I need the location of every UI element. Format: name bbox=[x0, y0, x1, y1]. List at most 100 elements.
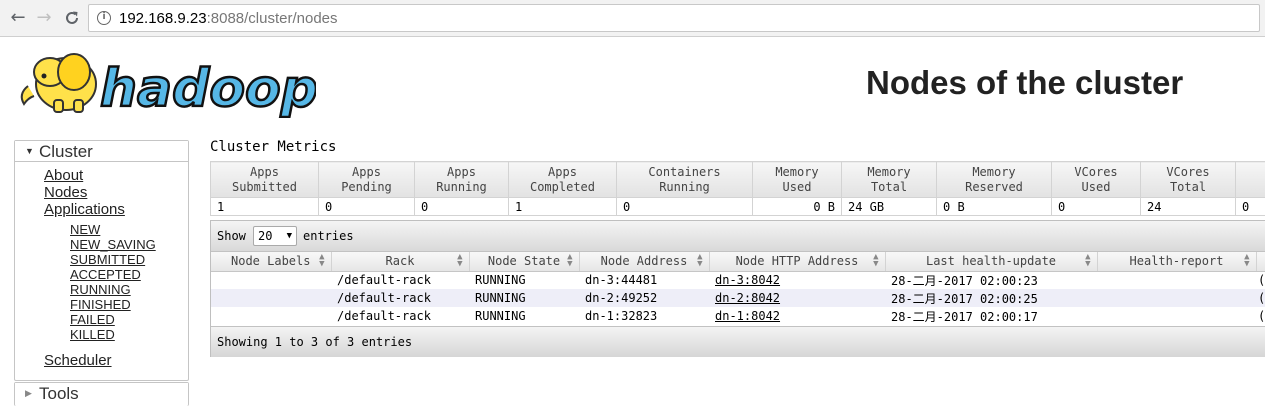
nav-cluster-label: Cluster bbox=[39, 142, 93, 161]
cell-node-http-address: dn-2:8042 bbox=[709, 289, 885, 307]
metric-vcores-total: 24 bbox=[1140, 197, 1236, 216]
dropdown-arrow-icon: ▼ bbox=[286, 231, 292, 241]
nav-link-nodes[interactable]: Nodes bbox=[44, 184, 87, 201]
metric-header: Apps Completed bbox=[508, 161, 617, 198]
cell-node-state: RUNNING bbox=[475, 273, 526, 288]
metric-apps-running: 0 bbox=[414, 197, 509, 216]
metric-header: Containers Running bbox=[616, 161, 753, 198]
triangle-down-icon: ▼ bbox=[25, 146, 34, 156]
table-row: /default-rack RUNNING dn-3:44481 dn-3:80… bbox=[211, 271, 1265, 289]
table-row: /default-rack RUNNING dn-2:49252 dn-2:80… bbox=[211, 289, 1265, 307]
sort-icon: ▲ ▼ bbox=[1085, 252, 1091, 269]
metric-apps-pending: 0 bbox=[318, 197, 415, 216]
address-bar[interactable]: i 192.168.9.23:8088/cluster/nodes bbox=[88, 4, 1260, 32]
nodes-table-container: Show 20 ▼ entries Node Labels ▲ ▼ Rack ▲ ▼ No… bbox=[210, 220, 1265, 357]
metric-apps-completed: 1 bbox=[508, 197, 617, 216]
metric-apps-submitted: 1 bbox=[210, 197, 319, 216]
node-http-link[interactable]: dn-3:8042 bbox=[715, 273, 780, 287]
column-header-node-state[interactable]: Node State ▲ ▼ bbox=[469, 252, 580, 272]
node-http-link[interactable]: dn-2:8042 bbox=[715, 291, 780, 305]
forward-icon[interactable]: → bbox=[32, 6, 56, 30]
column-header-extra[interactable] bbox=[1256, 252, 1265, 272]
column-header-node-http-address[interactable]: Node HTTP Address ▲ ▼ bbox=[709, 252, 886, 272]
nav-link-applications[interactable]: Applications bbox=[44, 201, 125, 218]
column-header-node-labels[interactable]: Node Labels ▲ ▼ bbox=[211, 252, 332, 272]
column-header-node-address[interactable]: Node Address ▲ ▼ bbox=[579, 252, 710, 272]
sort-icon: ▲ ▼ bbox=[1244, 252, 1250, 269]
triangle-right-icon: ▶ bbox=[25, 388, 32, 398]
metric-header: Memory Reserved bbox=[936, 161, 1052, 198]
cell-last-health-update: 28-二月-2017 02:00:23 bbox=[891, 273, 1038, 288]
cluster-metrics-table: Apps Submitted Apps Pending Apps Running Ap… bbox=[210, 161, 1265, 216]
cell-node-address: dn-3:44481 bbox=[585, 273, 658, 288]
nav-tools-label: Tools bbox=[39, 384, 79, 403]
url-path: :8088/cluster/nodes bbox=[206, 10, 338, 27]
cell-rack: /default-rack bbox=[337, 273, 431, 288]
cell-extra: ( bbox=[1258, 309, 1265, 323]
metric-header: VCores Used bbox=[1051, 161, 1141, 198]
cell-node-labels bbox=[211, 307, 331, 325]
nav-link-scheduler[interactable]: Scheduler bbox=[44, 352, 112, 369]
cell-node-http-address: dn-1:8042 bbox=[709, 307, 885, 325]
nav-link-about[interactable]: About bbox=[44, 167, 83, 184]
show-label: Show bbox=[217, 229, 246, 243]
cell-last-health-update: 28-二月-2017 02:00:17 bbox=[891, 309, 1038, 324]
nav-cluster-header[interactable]: ▼ Cluster bbox=[15, 141, 188, 162]
nodes-table: Node Labels ▲ ▼ Rack ▲ ▼ Node State ▲ ▼ Node A… bbox=[211, 252, 1265, 325]
sort-icon: ▲ ▼ bbox=[319, 252, 325, 269]
url-text[interactable]: 192.168.9.23:8088/cluster/nodes bbox=[119, 10, 338, 27]
back-icon[interactable]: ← bbox=[6, 6, 30, 30]
nav-cluster-section: ▼ Cluster About Nodes Applications NEW NE… bbox=[14, 140, 189, 381]
metric-vcores-used: 0 bbox=[1051, 197, 1141, 216]
cell-extra: ( bbox=[1256, 289, 1265, 307]
nav-app-state-running[interactable]: RUNNING bbox=[70, 282, 131, 297]
cell-health-report bbox=[1097, 289, 1256, 307]
cell-node-state: RUNNING bbox=[475, 309, 526, 323]
node-http-link[interactable]: dn-1:8042 bbox=[715, 309, 780, 323]
cell-node-labels bbox=[211, 271, 331, 289]
nav-tools-section: ▶ Tools bbox=[14, 382, 189, 406]
nav-app-state-new[interactable]: NEW bbox=[70, 222, 100, 237]
hadoop-logo[interactable]: hadoop bbox=[14, 42, 319, 120]
metric-memory-total: 24 GB bbox=[841, 197, 937, 216]
metric-header: VCores Total bbox=[1140, 161, 1236, 198]
cell-node-state: RUNNING bbox=[469, 289, 579, 307]
nav-tools-header[interactable]: ▶ Tools bbox=[15, 383, 188, 404]
column-header-last-health-update[interactable]: Last health-update ▲ ▼ bbox=[885, 252, 1098, 272]
cell-node-address: dn-2:49252 bbox=[579, 289, 709, 307]
logo-text: hadoop bbox=[100, 59, 316, 118]
cell-node-http-address: dn-3:8042 bbox=[709, 271, 885, 289]
nav-app-state-accepted[interactable]: ACCEPTED bbox=[70, 267, 141, 282]
column-header-health-report[interactable]: Health-report ▲ ▼ bbox=[1097, 252, 1257, 272]
sort-icon: ▲ ▼ bbox=[457, 252, 463, 269]
sort-icon: ▲ ▼ bbox=[873, 252, 879, 269]
column-header-rack[interactable]: Rack ▲ ▼ bbox=[331, 252, 470, 272]
reload-icon[interactable] bbox=[60, 6, 84, 30]
nav-app-state-submitted[interactable]: SUBMITTED bbox=[70, 252, 145, 267]
nav-app-state-failed[interactable]: FAILED bbox=[70, 312, 115, 327]
cell-health-report bbox=[1097, 271, 1256, 289]
nav-app-state-finished[interactable]: FINISHED bbox=[70, 297, 131, 312]
page-size-select[interactable]: 20 ▼ bbox=[253, 226, 297, 246]
cell-rack: /default-rack bbox=[337, 309, 431, 323]
metric-header: Apps Submitted bbox=[210, 161, 319, 198]
page-title: Nodes of the cluster bbox=[866, 64, 1184, 101]
metric-memory-reserved: 0 B bbox=[936, 197, 1052, 216]
cell-health-report bbox=[1097, 307, 1256, 325]
cell-node-labels bbox=[211, 289, 331, 307]
table-row: /default-rack RUNNING dn-1:32823 dn-1:80… bbox=[211, 307, 1265, 325]
entries-label: entries bbox=[303, 229, 354, 243]
metric-extra: 0 bbox=[1235, 197, 1265, 216]
nav-app-state-killed[interactable]: KILLED bbox=[70, 327, 115, 342]
metric-memory-used: 0 B bbox=[752, 197, 842, 216]
metric-header bbox=[1235, 161, 1265, 198]
metric-header: Memory Used bbox=[752, 161, 842, 198]
metric-header: Apps Pending bbox=[318, 161, 415, 198]
nav-app-state-new-saving[interactable]: NEW_SAVING bbox=[70, 237, 156, 252]
cluster-metrics-title: Cluster Metrics bbox=[210, 139, 337, 155]
table-length-bar: Show 20 ▼ entries bbox=[211, 221, 1265, 252]
sort-icon: ▲ ▼ bbox=[567, 252, 573, 269]
info-icon[interactable]: i bbox=[97, 11, 111, 25]
metric-containers-running: 0 bbox=[616, 197, 753, 216]
page-size-value: 20 bbox=[258, 229, 273, 243]
